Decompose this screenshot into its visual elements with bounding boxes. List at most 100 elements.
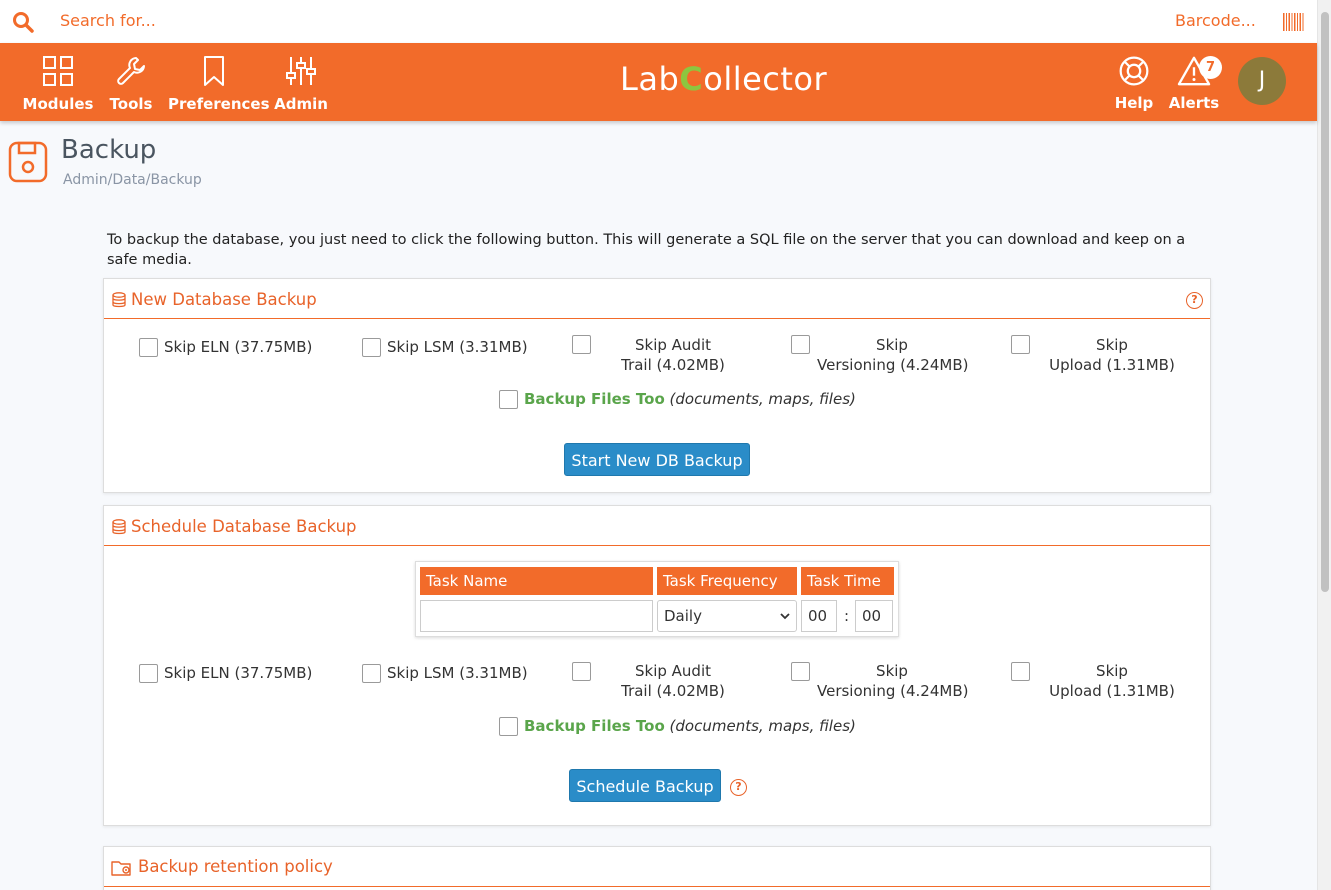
skip-upload-line2: Upload (1.31MB) <box>1049 356 1175 374</box>
skip-eln-checkbox[interactable] <box>139 338 158 357</box>
skip-audit-line1: Skip Audit <box>634 336 711 354</box>
intro-text: To backup the database, you just need to… <box>107 232 1186 268</box>
sliders-icon <box>286 57 316 85</box>
sched-skip-lsm-checkbox[interactable] <box>362 664 381 683</box>
sched-backup-files-note: (documents, maps, files) <box>669 717 856 735</box>
backup-files-checkbox[interactable] <box>499 390 518 409</box>
skip-upload-label: Skip Upload (1.31MB) <box>1046 335 1178 375</box>
nav-modules-label: Modules <box>22 95 94 113</box>
schedule-task-table: Task Name Task Frequency Task Time Daily… <box>415 561 899 637</box>
skip-versioning-line1: Skip <box>876 336 908 354</box>
sched-backup-files-checkbox[interactable] <box>499 717 518 736</box>
schedule-backup-button[interactable]: Schedule Backup <box>569 769 721 802</box>
sched-skip-upload-line2: Upload (1.31MB) <box>1049 682 1175 700</box>
labcollector-logo[interactable]: LabCollector <box>620 60 827 98</box>
scrollbar-thumb[interactable] <box>1321 12 1329 592</box>
database-icon <box>112 519 126 535</box>
task-minute-input[interactable]: 00 <box>855 600 893 632</box>
sched-skip-audit-line2: Trail (4.02MB) <box>621 682 725 700</box>
lifebuoy-icon <box>1119 56 1149 86</box>
sched-skip-lsm-label: Skip LSM (3.31MB) <box>387 664 528 682</box>
bookmark-icon <box>204 56 224 86</box>
nav-admin[interactable]: Admin <box>274 43 328 121</box>
backup-files-strong: Backup Files Too <box>524 390 665 408</box>
schedule-backup-title: Schedule Database Backup <box>131 517 357 536</box>
chevron-down-icon <box>780 613 790 620</box>
database-icon <box>112 292 126 308</box>
task-hour-input[interactable]: 00 <box>801 600 837 632</box>
skip-audit-label: Skip Audit Trail (4.02MB) <box>618 335 728 375</box>
barcode-icon[interactable] <box>1283 13 1305 31</box>
new-backup-title: New Database Backup <box>131 290 317 309</box>
sched-backup-files-strong: Backup Files Too <box>524 717 665 735</box>
sched-skip-upload-label: Skip Upload (1.31MB) <box>1046 661 1178 701</box>
nav-alerts-label: Alerts <box>1168 94 1220 112</box>
help-circle-icon[interactable]: ? <box>730 779 747 796</box>
user-avatar[interactable]: J <box>1238 57 1286 105</box>
backup-files-note: (documents, maps, files) <box>669 390 856 408</box>
time-separator: : <box>844 607 850 625</box>
breadcrumb[interactable]: Admin/Data/Backup <box>63 172 202 188</box>
search-input[interactable]: Search for... <box>60 11 156 30</box>
col-task-time: Task Time <box>801 567 894 595</box>
sched-skip-upload-line1: Skip <box>1096 662 1128 680</box>
task-frequency-select[interactable]: Daily <box>657 600 797 632</box>
nav-preferences[interactable]: Preferences <box>168 43 270 121</box>
alert-count-badge: 7 <box>1199 56 1222 79</box>
sched-skip-audit-label: Skip Audit Trail (4.02MB) <box>618 661 728 701</box>
sched-skip-audit-line1: Skip Audit <box>634 662 711 680</box>
main-navbar: Modules Tools Preferences Admin LabColle… <box>0 43 1317 121</box>
nav-alerts[interactable]: Alerts <box>1168 43 1220 121</box>
sched-skip-eln-checkbox[interactable] <box>139 664 158 683</box>
skip-eln-label: Skip ELN (37.75MB) <box>164 338 313 356</box>
scrollbar[interactable] <box>1317 0 1331 890</box>
sched-skip-versioning-label: Skip Versioning (4.24MB) <box>817 661 969 701</box>
sched-skip-upload-checkbox[interactable] <box>1011 662 1030 681</box>
skip-upload-line1: Skip <box>1096 336 1128 354</box>
logo-text-ollector: ollector <box>703 60 828 98</box>
folder-settings-icon <box>111 861 131 876</box>
nav-tools[interactable]: Tools <box>106 43 156 121</box>
barcode-input[interactable]: Barcode... <box>1175 11 1256 30</box>
skip-audit-line2: Trail (4.02MB) <box>621 356 725 374</box>
logo-text-c: C <box>679 60 704 98</box>
skip-lsm-checkbox[interactable] <box>362 338 381 357</box>
search-icon[interactable] <box>11 10 35 34</box>
skip-versioning-label: Skip Versioning (4.24MB) <box>817 335 969 375</box>
skip-versioning-line2: Versioning (4.24MB) <box>817 356 969 374</box>
skip-audit-checkbox[interactable] <box>572 335 591 354</box>
help-circle-icon[interactable]: ? <box>1186 292 1203 309</box>
floppy-disk-icon <box>8 141 48 183</box>
retention-policy-header: Backup retention policy <box>104 847 1210 887</box>
nav-preferences-label: Preferences <box>168 95 270 113</box>
retention-policy-title: Backup retention policy <box>138 857 333 876</box>
skip-upload-checkbox[interactable] <box>1011 335 1030 354</box>
skip-lsm-label: Skip LSM (3.31MB) <box>387 338 528 356</box>
sched-skip-versioning-line1: Skip <box>876 662 908 680</box>
retention-policy-panel: Backup retention policy <box>103 846 1211 890</box>
logo-text-lab: Lab <box>620 60 680 98</box>
task-frequency-value: Daily <box>664 607 702 625</box>
nav-modules[interactable]: Modules <box>22 43 94 121</box>
search-bar: Search for... Barcode... <box>0 0 1317 43</box>
sched-skip-versioning-checkbox[interactable] <box>791 662 810 681</box>
schedule-backup-header: Schedule Database Backup <box>104 506 1210 546</box>
sched-skip-audit-checkbox[interactable] <box>572 662 591 681</box>
new-backup-header: New Database Backup ? <box>104 279 1210 319</box>
nav-tools-label: Tools <box>109 95 153 113</box>
sched-skip-eln-label: Skip ELN (37.75MB) <box>164 664 313 682</box>
start-new-db-backup-button[interactable]: Start New DB Backup <box>564 443 750 476</box>
nav-admin-label: Admin <box>274 95 328 113</box>
backup-files-label: Backup Files Too (documents, maps, files… <box>524 390 856 408</box>
col-task-frequency: Task Frequency <box>657 567 797 595</box>
task-name-input[interactable] <box>420 600 653 632</box>
grid-icon <box>43 56 73 86</box>
skip-versioning-checkbox[interactable] <box>791 335 810 354</box>
sched-skip-versioning-line2: Versioning (4.24MB) <box>817 682 969 700</box>
page-title: Backup <box>61 135 157 165</box>
col-task-name: Task Name <box>420 567 653 595</box>
nav-help-label: Help <box>1114 94 1154 112</box>
nav-help[interactable]: Help <box>1110 43 1158 121</box>
wrench-icon <box>117 57 145 85</box>
sched-backup-files-label: Backup Files Too (documents, maps, files… <box>524 717 856 735</box>
